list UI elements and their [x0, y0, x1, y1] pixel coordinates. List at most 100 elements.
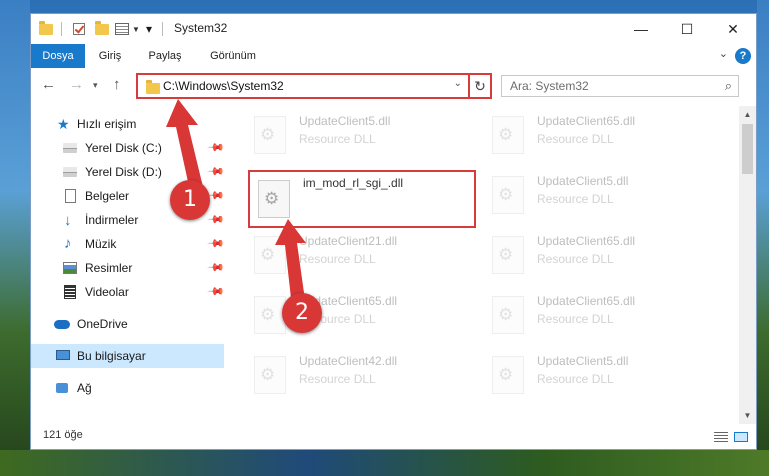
- explorer-window: ▼ ▾ System32 — ☐ ✕ Dosya Giriş Paylaş Gö…: [30, 13, 757, 450]
- chevron-down-icon[interactable]: ⌄: [454, 78, 462, 89]
- navigation-bar: ← → ▾ ↑ C:\Windows\System32 ⌄ ↻ Ara: Sys…: [31, 70, 756, 102]
- file-name: UpdateClient5.dll: [537, 174, 629, 188]
- customize-toolbar-icon[interactable]: ▾: [146, 20, 152, 38]
- refresh-button[interactable]: ↻: [468, 73, 492, 99]
- chevron-down-icon[interactable]: ▼: [132, 20, 140, 38]
- sidebar-item-label: Ağ: [77, 381, 92, 395]
- tab-view[interactable]: Görünüm: [195, 44, 271, 68]
- file-type: Resource DLL: [537, 192, 614, 206]
- dll-file-icon: [254, 356, 286, 394]
- video-icon: [64, 285, 76, 299]
- details-view-icon[interactable]: [714, 432, 728, 442]
- file-name: UpdateClient42.dll: [299, 354, 398, 368]
- sidebar-item-label: Bu bilgisayar: [77, 349, 146, 363]
- computer-icon: [56, 350, 70, 360]
- dll-file-icon: [254, 116, 286, 154]
- file-item[interactable]: UpdateClient65.dll Resource DLL: [484, 110, 714, 158]
- sidebar-item-label: Yerel Disk (D:): [85, 165, 162, 179]
- music-icon: ♪: [64, 235, 72, 252]
- file-type: Resource DLL: [537, 252, 614, 266]
- status-bar: 121 öğe: [31, 424, 756, 449]
- file-type: Resource DLL: [299, 132, 376, 146]
- window-title: System32: [174, 21, 228, 35]
- file-name: UpdateClient5.dll: [299, 114, 391, 128]
- pin-icon[interactable]: 📌: [203, 255, 230, 282]
- separator: [61, 20, 62, 38]
- forward-arrow-icon[interactable]: →: [69, 76, 84, 93]
- file-item[interactable]: UpdateClient65.dll Resource DLL: [484, 290, 714, 338]
- pin-icon[interactable]: 📌: [203, 231, 230, 258]
- address-path: C:\Windows\System32: [163, 79, 284, 93]
- drive-icon: [63, 167, 77, 177]
- file-item[interactable]: UpdateClient65.dll Resource DLL: [484, 230, 714, 278]
- item-count: 121 öğe: [43, 429, 83, 441]
- sidebar-item-pictures[interactable]: Resimler 📌: [31, 256, 225, 280]
- folder-icon: [39, 20, 53, 38]
- vertical-scrollbar[interactable]: ▲ ▼: [739, 106, 756, 424]
- sidebar-item-this-pc[interactable]: Bu bilgisayar: [31, 344, 224, 368]
- pictures-icon: [63, 262, 77, 274]
- sidebar-item-onedrive[interactable]: OneDrive: [31, 312, 226, 336]
- desktop-background-left: [0, 0, 30, 476]
- sidebar-item-label: Videolar: [85, 285, 129, 299]
- drive-icon: [63, 143, 77, 153]
- dll-file-icon: [492, 116, 524, 154]
- desktop-background-bottom: [0, 450, 769, 476]
- search-input[interactable]: Ara: System32 ⌕: [501, 75, 739, 97]
- sidebar-item-label: OneDrive: [77, 317, 128, 331]
- tiles-view-icon[interactable]: [734, 432, 748, 442]
- scroll-up-icon[interactable]: ▲: [739, 106, 756, 123]
- sidebar-item-label: Hızlı erişim: [77, 117, 137, 131]
- scroll-thumb[interactable]: [742, 124, 753, 174]
- file-item[interactable]: UpdateClient42.dll Resource DLL: [246, 350, 476, 398]
- help-icon[interactable]: ?: [735, 48, 751, 64]
- dll-file-icon: [492, 356, 524, 394]
- scroll-down-icon[interactable]: ▼: [739, 407, 756, 424]
- recent-locations-icon[interactable]: ▾: [93, 80, 98, 91]
- maximize-button[interactable]: ☐: [664, 14, 710, 44]
- sidebar-item-label: Müzik: [85, 237, 117, 251]
- sidebar-item-network[interactable]: Ağ: [31, 376, 226, 400]
- tab-share[interactable]: Paylaş: [135, 44, 195, 68]
- download-icon: ↓: [64, 212, 72, 229]
- annotation-badge-2: 2: [282, 293, 322, 333]
- ribbon: Dosya Giriş Paylaş Görünüm ⌄ ?: [31, 44, 756, 68]
- search-icon: ⌕: [724, 78, 732, 93]
- file-type: Resource DLL: [537, 312, 614, 326]
- expand-ribbon-icon[interactable]: ⌄: [719, 47, 728, 60]
- file-item[interactable]: UpdateClient5.dll Resource DLL: [484, 350, 714, 398]
- sidebar-item-music[interactable]: ♪ Müzik 📌: [31, 232, 225, 256]
- dll-file-icon: [492, 176, 524, 214]
- file-name: im_mod_rl_sgi_.dll: [303, 176, 404, 190]
- sidebar-item-label: Belgeler: [85, 189, 130, 203]
- file-type: Resource DLL: [299, 372, 376, 386]
- search-placeholder: Ara: System32: [510, 79, 589, 93]
- file-item[interactable]: UpdateClient5.dll Resource DLL: [484, 170, 714, 218]
- cloud-icon: [54, 320, 70, 329]
- network-icon: [56, 383, 68, 393]
- annotation-badge-1: 1: [170, 180, 210, 220]
- file-name: UpdateClient65.dll: [537, 114, 636, 128]
- minimize-button[interactable]: —: [618, 14, 664, 44]
- tab-file[interactable]: Dosya: [31, 44, 85, 68]
- folder-icon: [146, 80, 160, 94]
- sidebar-item-label: Resimler: [85, 261, 133, 275]
- file-type: Resource DLL: [537, 132, 614, 146]
- up-arrow-icon[interactable]: ↑: [113, 76, 121, 93]
- pin-icon[interactable]: 📌: [203, 279, 230, 306]
- new-folder-icon[interactable]: [95, 20, 109, 38]
- close-button[interactable]: ✕: [710, 14, 756, 44]
- properties-icon[interactable]: [115, 20, 129, 38]
- file-name: UpdateClient65.dll: [537, 234, 636, 248]
- sidebar-item-videos[interactable]: Videolar 📌: [31, 280, 225, 304]
- dll-file-icon: [492, 296, 524, 334]
- dll-file-icon: [492, 236, 524, 274]
- file-type: Resource DLL: [537, 372, 614, 386]
- desktop-background-right: [757, 0, 769, 476]
- tab-home[interactable]: Giriş: [85, 44, 135, 68]
- file-item[interactable]: UpdateClient5.dll Resource DLL: [246, 110, 476, 158]
- properties-check-icon[interactable]: [73, 20, 85, 38]
- back-arrow-icon[interactable]: ←: [41, 76, 56, 93]
- star-icon: ★: [57, 116, 70, 132]
- sidebar-item-label: Yerel Disk (C:): [85, 141, 162, 155]
